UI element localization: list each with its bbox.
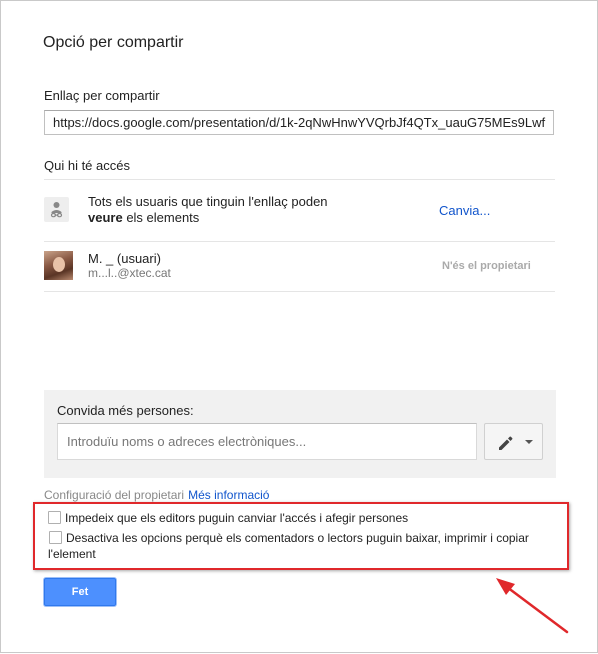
annotation-arrow-icon bbox=[496, 578, 569, 634]
share-dialog: Opció per compartir Enllaç per compartir… bbox=[0, 0, 598, 653]
